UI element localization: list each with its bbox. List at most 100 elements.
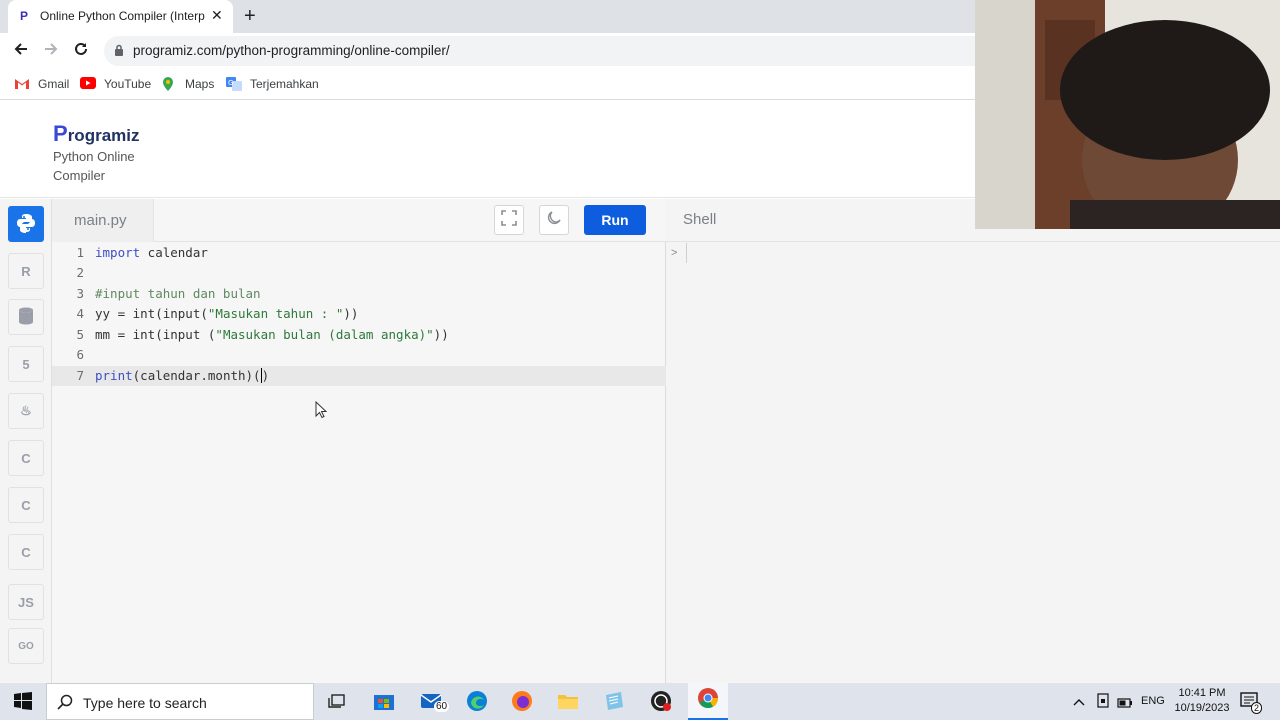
line-number: 2 [76,265,84,280]
go-icon: GO [18,640,34,652]
windows-taskbar: Type here to search 60 ENG 10:41 PM 10/1… [0,683,1280,720]
chrome-taskbar-button[interactable] [688,683,728,720]
run-button[interactable]: Run [584,205,646,235]
logo-text: rogramiz [67,126,140,145]
html5-icon: 5 [22,356,30,372]
bookmark-maps[interactable]: Maps [161,77,214,91]
language-go-button[interactable]: GO [8,628,44,664]
code-text: mm = int(input ("Masukan bulan (dalam an… [95,327,449,342]
line-number: 5 [76,327,84,342]
line-number: 3 [76,286,84,301]
maps-icon [161,77,177,91]
svg-text:G: G [228,79,233,87]
url-text: programiz.com/python-programming/online-… [133,43,450,58]
search-icon [57,694,73,715]
code-line[interactable]: 2 [52,263,666,283]
language-c-button[interactable]: C [8,440,44,476]
language-cpp-button[interactable]: C [8,487,44,523]
webcam-image [975,0,1280,229]
file-tab[interactable]: main.py [52,199,154,242]
code-line[interactable]: 3 #input tahun dan bulan [52,284,666,304]
battery-icon[interactable] [1117,695,1133,713]
webcam-overlay [975,0,1280,229]
code-text: print(calendar.month)() [95,368,270,383]
code-line[interactable]: 4 yy = int(input("Masukan tahun : ")) [52,304,666,324]
clock-time: 10:41 PM [1178,687,1226,699]
device-icon[interactable] [1096,693,1110,714]
language-python-button[interactable] [8,206,44,242]
edge-icon[interactable] [464,689,490,713]
language-r-button[interactable]: R [8,253,44,289]
bookmark-label: Maps [185,77,215,91]
code-line[interactable]: 5 mm = int(input ("Masukan bulan (dalam … [52,325,666,345]
programiz-favicon-icon: P [20,9,29,23]
shell-prompt: > [671,247,678,259]
file-explorer-icon[interactable] [555,689,581,713]
js-icon: JS [18,594,34,610]
search-placeholder: Type here to search [83,695,207,711]
firefox-icon[interactable] [509,689,535,713]
editor-header: main.py Run [52,199,666,242]
line-number: 1 [76,245,84,260]
task-view-icon[interactable] [324,689,350,713]
input-language[interactable]: ENG [1141,695,1165,707]
microsoft-store-icon[interactable] [371,689,397,713]
bookmark-label: Gmail [38,77,70,91]
mouse-cursor-icon [315,400,328,424]
line-number: 6 [76,347,84,362]
programiz-logo[interactable]: Programiz [53,121,139,147]
dark-mode-button[interactable] [539,205,569,235]
forward-icon[interactable] [42,40,60,63]
youtube-icon [80,77,96,91]
back-icon[interactable] [12,40,30,63]
clock-date: 10/19/2023 [1174,702,1230,714]
reload-icon[interactable] [72,40,90,63]
bookmark-translate[interactable]: G Terjemahkan [226,77,319,91]
translate-icon: G [226,77,242,91]
code-line[interactable]: 6 [52,345,666,365]
fullscreen-icon [501,210,517,230]
code-line[interactable]: 1 import calendar [52,243,666,263]
language-js-button[interactable]: JS [8,584,44,620]
moon-icon [546,210,562,230]
line-number: 7 [76,368,84,383]
logo-letter: P [53,121,68,146]
close-tab-icon[interactable]: ✕ [211,7,223,24]
chrome-icon [697,687,719,714]
tab-title: Online Python Compiler (Interpr [40,9,205,23]
system-clock[interactable]: 10:41 PM 10/19/2023 [1170,686,1234,716]
bookmark-gmail[interactable]: Gmail [14,77,69,91]
language-sql-button[interactable] [8,299,44,335]
code-line-active[interactable]: 7 print(calendar.month)() [52,366,666,386]
code-comment: #input tahun dan bulan [95,286,261,301]
code-editor-panel: main.py Run 1 import calendar 2 3 #input… [52,199,666,683]
fullscreen-button[interactable] [494,205,524,235]
shell-input[interactable] [686,243,687,263]
language-sidebar: R 5 ♨ C C C JS GO [0,199,52,683]
shell-label: Shell [683,211,717,228]
bookmark-youtube[interactable]: YouTube [80,77,151,91]
language-html-button[interactable]: 5 [8,346,44,382]
c-icon: C [21,450,31,466]
code-text: import calendar [95,245,208,260]
java-icon: ♨ [20,403,32,418]
taskbar-search-box[interactable]: Type here to search [46,683,314,720]
obs-recorder-icon[interactable] [648,689,674,713]
windows-start-icon[interactable] [10,689,36,713]
chevron-up-icon[interactable] [1073,694,1085,712]
language-csharp-button[interactable]: C [8,534,44,570]
database-icon [18,307,34,328]
r-icon: R [21,263,31,279]
lock-icon [114,43,124,56]
browser-tab[interactable]: P Online Python Compiler (Interpr ✕ [8,0,233,33]
language-java-button[interactable]: ♨ [8,393,44,429]
new-tab-icon[interactable]: + [244,5,256,28]
gmail-icon [14,77,30,91]
address-bar[interactable]: programiz.com/python-programming/online-… [104,36,1004,66]
bookmark-label: Terjemahkan [250,77,319,91]
mail-badge: 60 [434,701,450,712]
line-number: 4 [76,306,84,321]
notepad-icon[interactable] [601,689,627,713]
csharp-icon: C [21,544,31,560]
code-text: yy = int(input("Masukan tahun : ")) [95,306,359,321]
